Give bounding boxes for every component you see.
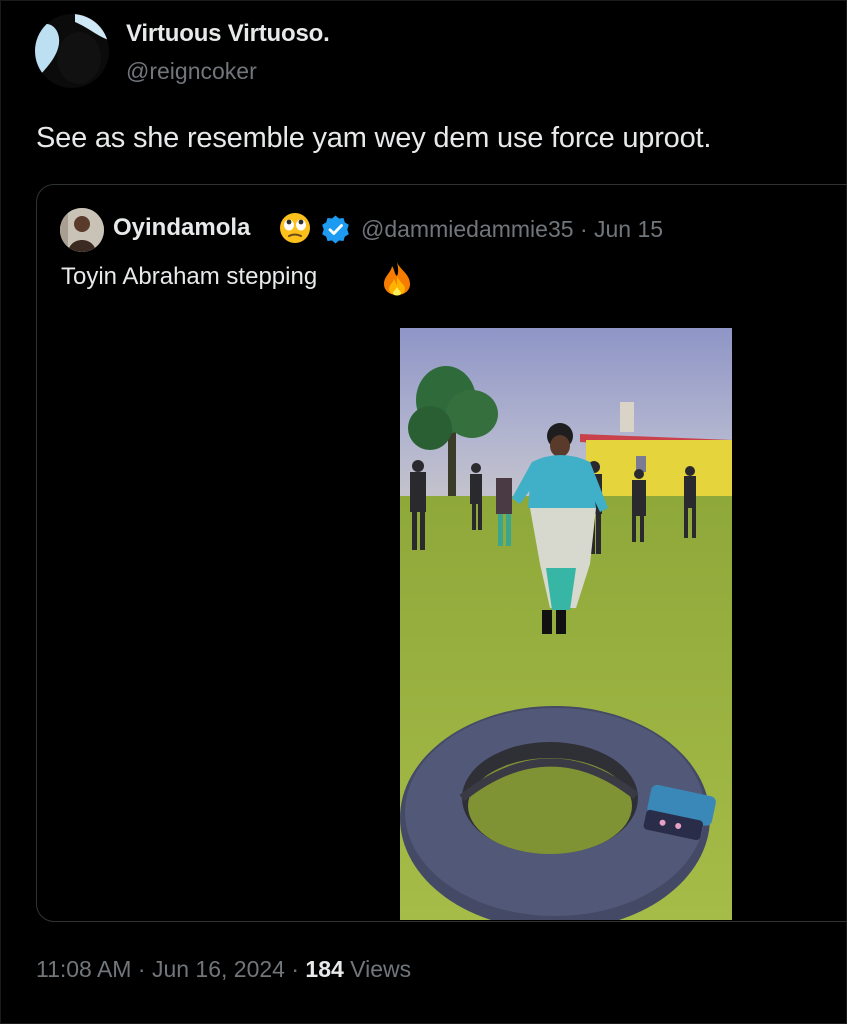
quoted-date[interactable]: Jun 15 bbox=[594, 216, 663, 242]
quoted-handle[interactable]: @dammiedammie35 bbox=[361, 216, 574, 242]
footer-separator: · bbox=[137, 956, 146, 982]
rolling-eyes-emoji-icon bbox=[280, 213, 310, 243]
tweet-date[interactable]: Jun 16, 2024 bbox=[152, 956, 285, 982]
avatar-image bbox=[35, 14, 109, 88]
quoted-author-avatar[interactable] bbox=[60, 208, 104, 252]
views-count: 184 bbox=[305, 956, 344, 982]
views-label: Views bbox=[350, 956, 412, 982]
tweet-footer: 11:08 AM · Jun 16, 2024 · 184 Views bbox=[36, 956, 411, 983]
tweet-time[interactable]: 11:08 AM bbox=[36, 956, 131, 982]
quoted-display-name[interactable]: Oyindamola bbox=[113, 214, 250, 242]
quoted-avatar-image bbox=[60, 208, 104, 252]
quoted-tweet-text: Toyin Abraham stepping bbox=[61, 263, 318, 290]
footer-separator: · bbox=[291, 956, 300, 982]
verified-badge-icon[interactable] bbox=[320, 214, 351, 245]
meta-separator: · bbox=[579, 216, 588, 242]
author-display-name[interactable]: Virtuous Virtuoso. bbox=[126, 20, 330, 48]
quoted-media-video[interactable] bbox=[400, 328, 732, 920]
views-link[interactable]: 184 Views bbox=[305, 956, 411, 982]
author-handle[interactable]: @reigncoker bbox=[126, 58, 257, 85]
fire-emoji-icon bbox=[384, 262, 410, 296]
tweet-text: See as she resemble yam wey dem use forc… bbox=[36, 122, 712, 154]
author-avatar[interactable] bbox=[35, 14, 109, 88]
video-thumbnail-image bbox=[400, 328, 732, 920]
quoted-meta: @dammiedammie35 · Jun 15 bbox=[361, 216, 663, 243]
